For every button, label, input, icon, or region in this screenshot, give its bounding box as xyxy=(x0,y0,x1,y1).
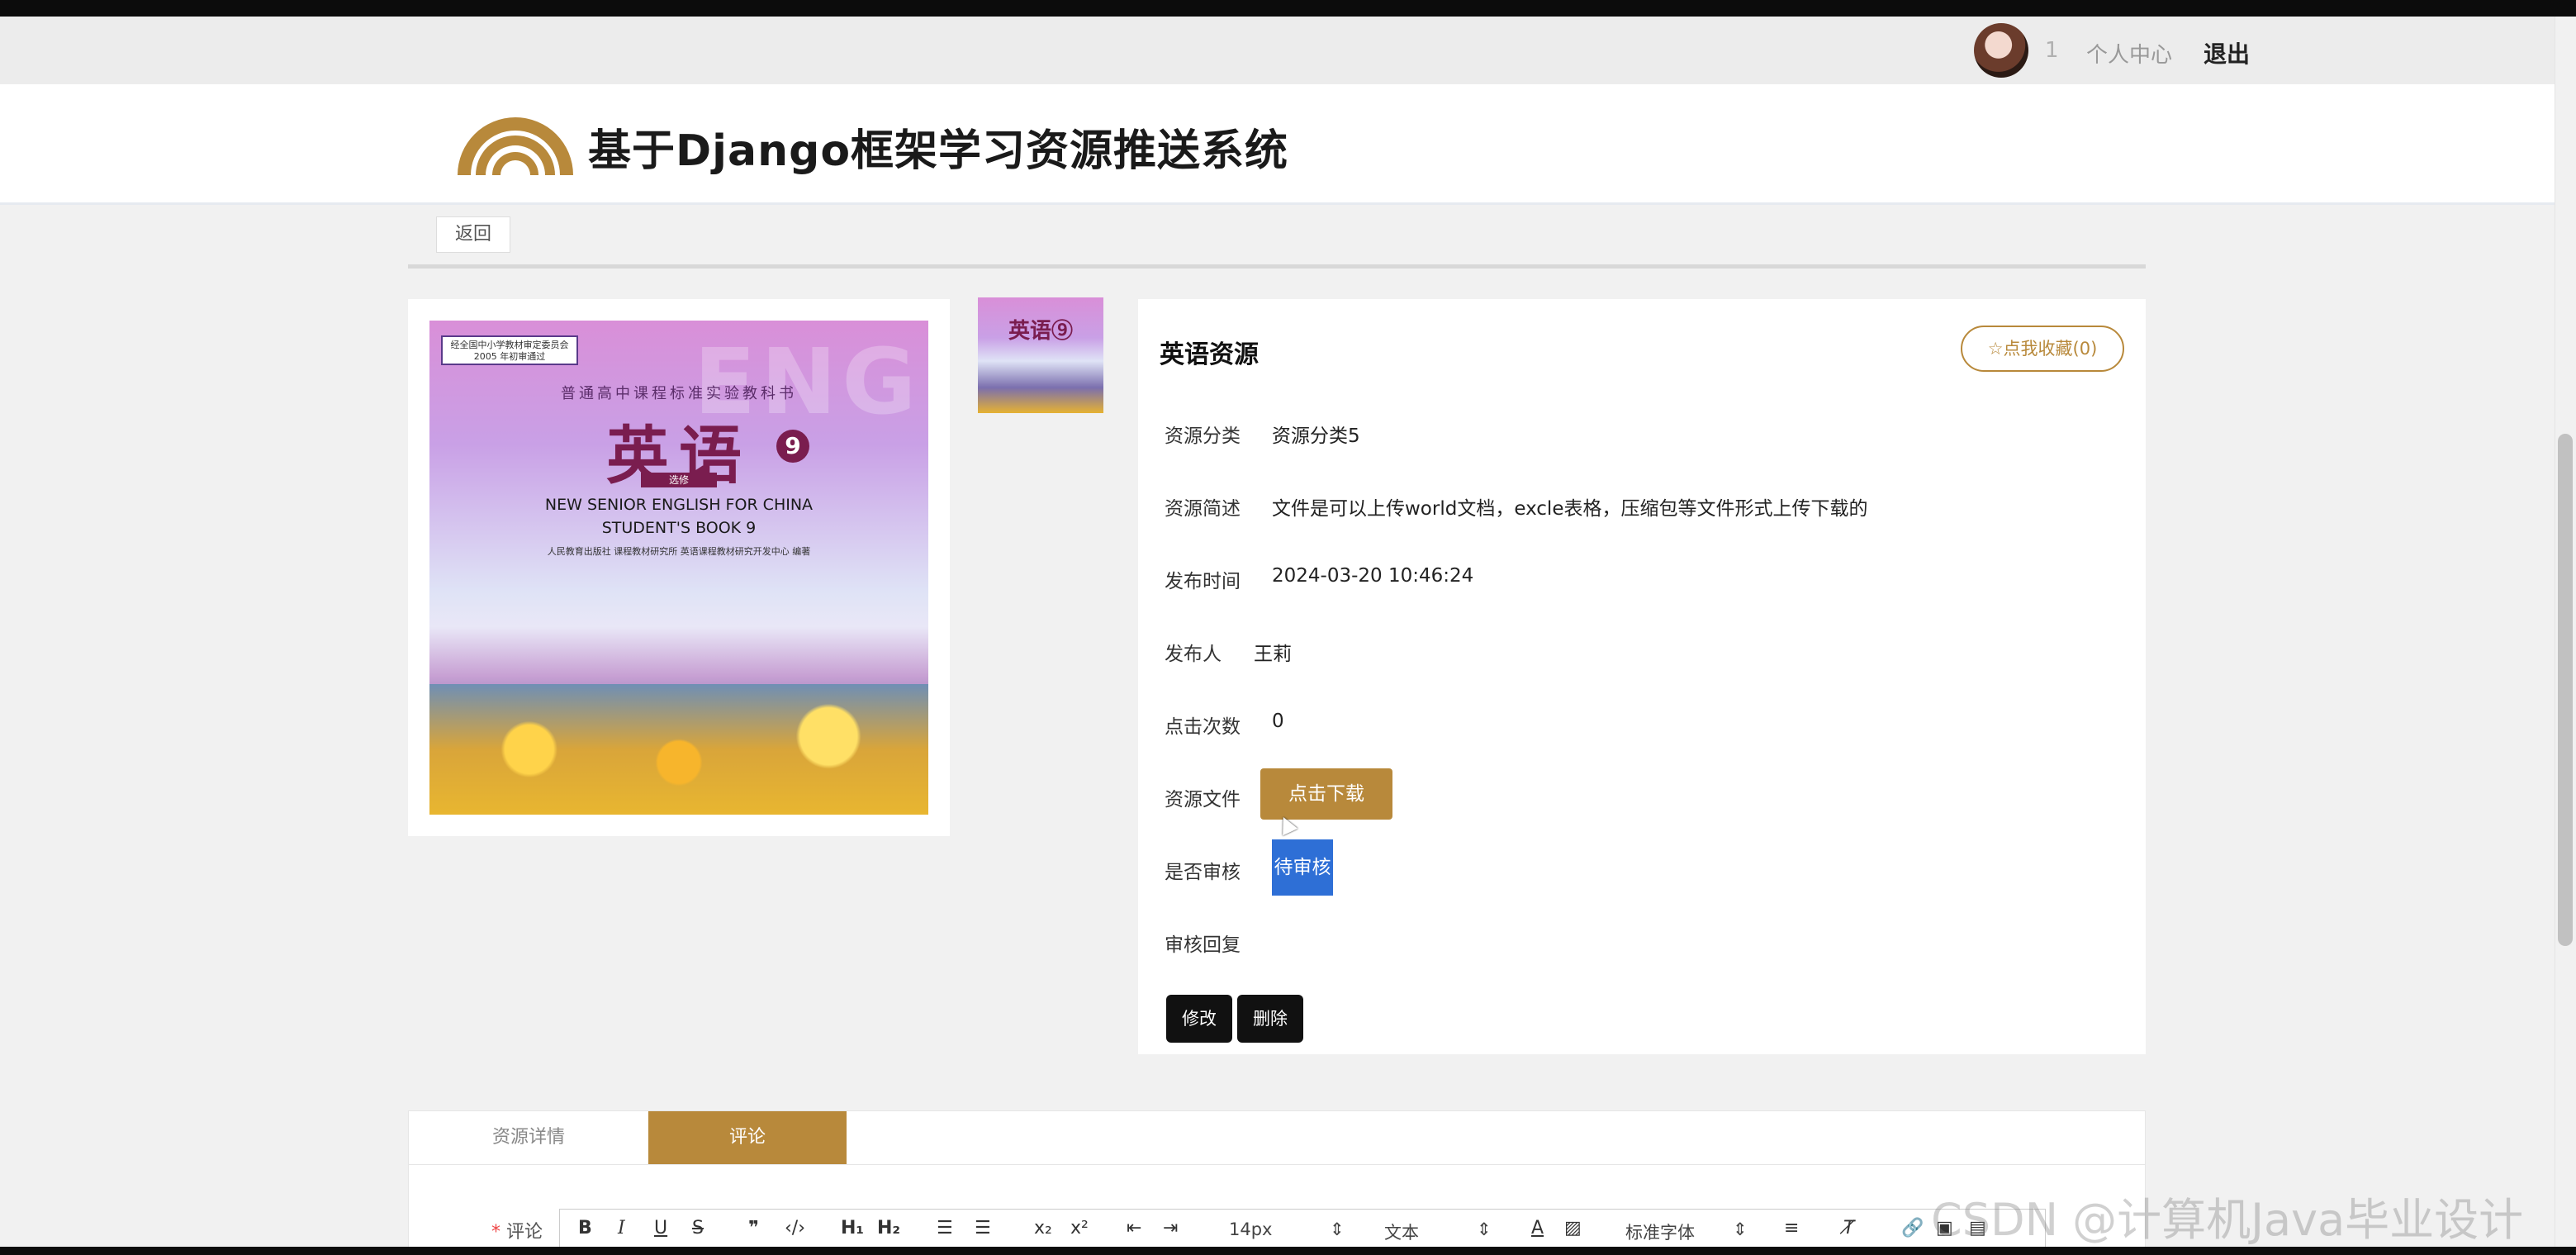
logout-link[interactable]: 退出 xyxy=(2204,36,2250,69)
underline-icon[interactable]: U xyxy=(654,1218,667,1238)
site-header: 基于Django框架学习资源推送系统 xyxy=(0,84,2555,205)
required-mark: * xyxy=(491,1222,500,1243)
editor-toolbar: B I U S ❞ ‹/› H₁ H₂ ☰ ☰ x₂ x² ⇤ ⇥ 14px ⇕… xyxy=(559,1209,2046,1252)
download-button[interactable]: 点击下载 xyxy=(1260,768,1392,820)
font-color-icon[interactable]: A xyxy=(1531,1218,1544,1238)
cover-number: 9 xyxy=(776,430,809,463)
outdent-icon[interactable]: ⇤ xyxy=(1127,1218,1141,1238)
publish-time-value: 2024-03-20 10:46:24 xyxy=(1272,565,1474,587)
tabs-divider xyxy=(409,1164,2145,1165)
resource-info-panel: 英语资源 ☆点我收藏(0) 资源分类 资源分类5 资源简述 文件是可以上传wor… xyxy=(1138,299,2146,1054)
summary-value: 文件是可以上传world文档，excle表格，压缩包等文件形式上传下载的 xyxy=(1272,498,1868,520)
clicks-label: 点击次数 xyxy=(1165,716,1241,738)
font-size-select[interactable]: 14px xyxy=(1229,1219,1272,1239)
reply-label: 审核回复 xyxy=(1165,934,1241,956)
link-icon[interactable]: 🔗 xyxy=(1901,1218,1924,1238)
cover-series: 普通高中课程标准实验教科书 xyxy=(561,385,797,402)
heading2-icon[interactable]: H₂ xyxy=(877,1218,900,1238)
favorite-button[interactable]: ☆点我收藏(0) xyxy=(1961,326,2124,372)
file-label: 资源文件 xyxy=(1165,789,1241,811)
cover-flowers xyxy=(429,684,928,815)
delete-button[interactable]: 删除 xyxy=(1237,995,1303,1043)
user-id: 1 xyxy=(2045,38,2059,63)
block-format-select[interactable]: 文本 xyxy=(1384,1219,1419,1244)
font-family-select[interactable]: 标准字体 xyxy=(1625,1219,1695,1244)
back-button[interactable]: 返回 xyxy=(436,216,510,253)
avatar[interactable] xyxy=(1974,23,2028,78)
tabs-panel: 资源详情 评论 * 评论 B I U S ❞ ‹/› H₁ H₂ ☰ ☰ x₂ … xyxy=(408,1110,2146,1252)
scrollbar-thumb[interactable] xyxy=(2558,434,2573,946)
bullet-list-icon[interactable]: ☰ xyxy=(975,1218,991,1238)
personal-center-link[interactable]: 个人中心 xyxy=(2086,38,2172,69)
align-icon[interactable]: ≡ xyxy=(1784,1218,1799,1238)
ordered-list-icon[interactable]: ☰ xyxy=(937,1218,953,1238)
block-format-chevron-icon[interactable]: ⇕ xyxy=(1477,1219,1492,1239)
resource-name: 英语资源 xyxy=(1160,340,1259,369)
book-cover-image: ENGLISH 经全国中小学教材审定委员会 2005 年初审通过 普通高中课程标… xyxy=(429,321,928,815)
csdn-watermark: CSDN @计算机Java毕业设计 xyxy=(1931,1194,2524,1246)
divider xyxy=(408,264,2146,269)
strikethrough-icon[interactable]: S xyxy=(692,1218,704,1238)
blockquote-icon[interactable]: ❞ xyxy=(748,1218,759,1238)
screen-top-edge xyxy=(0,0,2576,17)
tab-resource-detail[interactable]: 资源详情 xyxy=(409,1111,648,1164)
thumbnail-image[interactable]: 英语⑨ xyxy=(978,297,1103,413)
publish-time-label: 发布时间 xyxy=(1165,571,1241,592)
thumbnail-title: 英语⑨ xyxy=(1008,319,1073,344)
screen-bottom-edge xyxy=(0,1247,2576,1255)
subscript-icon[interactable]: x₂ xyxy=(1034,1218,1052,1238)
site-title: 基于Django框架学习资源推送系统 xyxy=(588,126,1289,176)
code-block-icon[interactable]: ‹/› xyxy=(785,1218,805,1238)
cover-title-en-2: STUDENT'S BOOK 9 xyxy=(601,519,757,537)
bold-icon[interactable]: B xyxy=(578,1218,592,1238)
heading1-icon[interactable]: H₁ xyxy=(841,1218,864,1238)
italic-icon[interactable]: I xyxy=(618,1218,625,1238)
clicks-value: 0 xyxy=(1272,711,1284,732)
indent-icon[interactable]: ⇥ xyxy=(1163,1218,1178,1238)
edit-button[interactable]: 修改 xyxy=(1166,995,1232,1043)
superscript-icon[interactable]: x² xyxy=(1070,1218,1089,1238)
scrollbar-track[interactable] xyxy=(2555,17,2576,1247)
comment-label: * 评论 xyxy=(491,1217,543,1243)
cover-title-en-1: NEW SENIOR ENGLISH FOR CHINA xyxy=(544,496,814,514)
font-size-chevron-icon[interactable]: ⇕ xyxy=(1330,1219,1345,1239)
main-image-container: ENGLISH 经全国中小学教材审定委员会 2005 年初审通过 普通高中课程标… xyxy=(408,299,950,836)
clear-format-icon[interactable]: T̸ xyxy=(1843,1218,1854,1238)
background-color-icon[interactable]: ▨ xyxy=(1564,1218,1582,1238)
font-family-chevron-icon[interactable]: ⇕ xyxy=(1733,1219,1748,1239)
category-value: 资源分类5 xyxy=(1272,425,1360,447)
cover-publisher: 人民教育出版社 课程教材研究所 英语课程教材研究开发中心 编著 xyxy=(547,546,811,557)
site-logo-icon xyxy=(458,117,573,175)
publisher-value: 王莉 xyxy=(1254,644,1292,665)
category-label: 资源分类 xyxy=(1165,425,1241,447)
publisher-label: 发布人 xyxy=(1165,644,1222,665)
comment-label-text: 评论 xyxy=(506,1222,543,1243)
tab-comment[interactable]: 评论 xyxy=(648,1111,847,1164)
audit-status-value: 待审核 xyxy=(1272,839,1333,896)
audit-label: 是否审核 xyxy=(1165,862,1241,883)
cover-volume-tag: 选修 xyxy=(641,473,717,487)
cover-badge: 经全国中小学教材审定委员会 2005 年初审通过 xyxy=(441,335,578,365)
summary-label: 资源简述 xyxy=(1165,498,1241,520)
top-bar: 1 个人中心 退出 xyxy=(0,17,2555,84)
